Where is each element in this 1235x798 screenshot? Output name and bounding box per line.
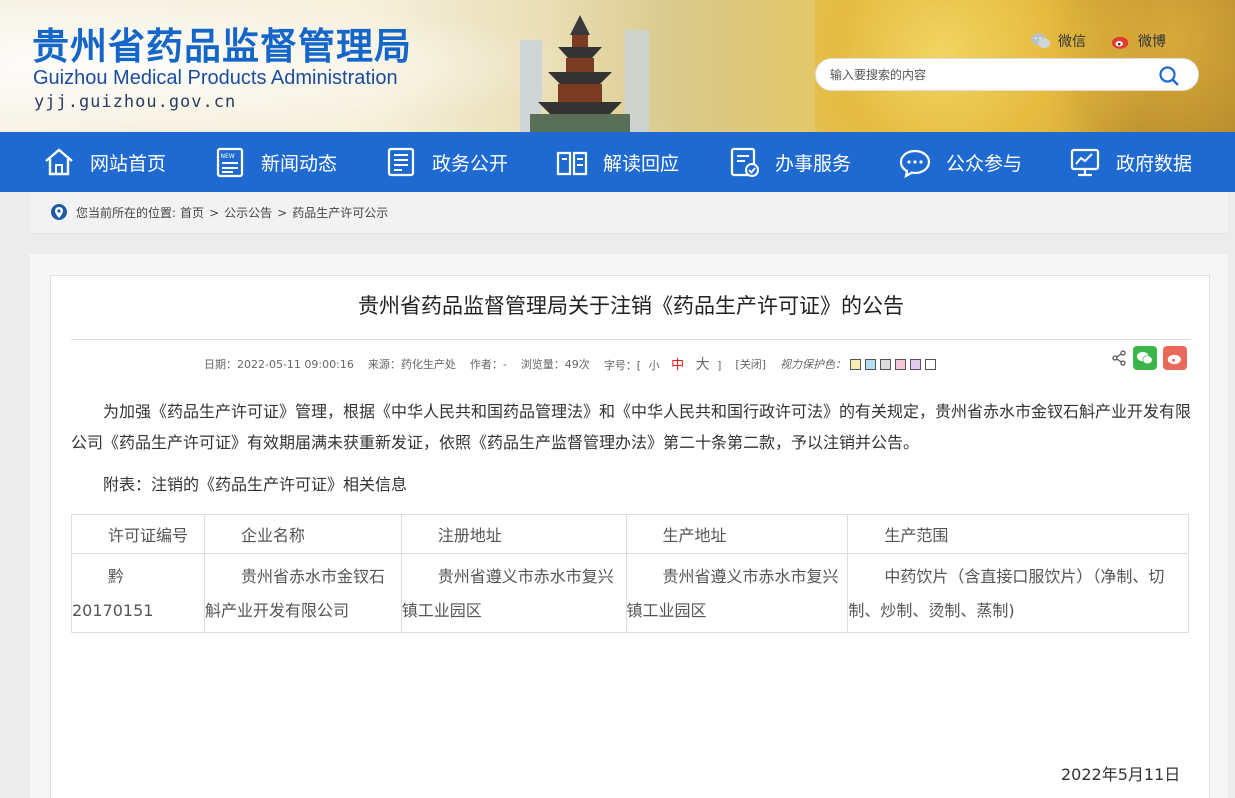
font-large-button[interactable]: 大 — [696, 357, 710, 373]
weibo-icon — [1111, 33, 1131, 49]
svg-text:NEW: NEW — [221, 153, 235, 160]
sign-date: 2022年5月11日 — [1061, 765, 1181, 784]
weibo-label: 微博 — [1138, 34, 1166, 50]
breadcrumb-announcements[interactable]: 公示公告 — [224, 204, 272, 221]
data-icon — [1070, 148, 1100, 177]
meta-date: 日期：2022-05-11 09:00:16 — [204, 358, 354, 371]
site-url: yjj.guizhou.gov.cn — [34, 92, 237, 112]
breadcrumb: 您当前所在的位置: 首页 > 公示公告 > 药品生产许可公示 — [30, 192, 1228, 234]
article-attachment-note: 附表：注销的《药品生产许可证》相关信息 — [103, 475, 408, 494]
article-title: 贵州省药品监督管理局关于注销《药品生产许可证》的公告 — [358, 294, 904, 318]
breadcrumb-separator: > — [277, 205, 288, 220]
breadcrumb-home[interactable]: 首页 — [180, 204, 204, 221]
share-icon[interactable] — [1111, 350, 1127, 366]
article: 贵州省药品监督管理局关于注销《药品生产许可证》的公告 日期：2022-05-11… — [50, 275, 1210, 798]
nav-item-participation[interactable]: 公众参与 — [898, 132, 1022, 192]
news-icon: NEW — [216, 147, 244, 178]
font-size-control: 字号：[ 小 中 大 ] — [603, 357, 722, 373]
nav-label: 网站首页 — [90, 152, 167, 175]
share-weibo-button[interactable] — [1163, 346, 1187, 370]
nav-item-home[interactable]: 网站首页 — [42, 132, 166, 192]
nav-label: 解读回应 — [603, 152, 680, 175]
nav-label: 办事服务 — [775, 152, 852, 175]
chat-icon — [899, 149, 931, 179]
breadcrumb-prefix: 您当前所在的位置: — [76, 206, 177, 220]
header-banner: 贵州省药品监督管理局 Guizhou Medical Products Admi… — [0, 0, 1235, 132]
table-header: 生产地址 — [625, 514, 849, 554]
document-icon — [387, 147, 415, 177]
color-swatch-yellow[interactable] — [850, 358, 862, 370]
close-link[interactable]: [关闭] — [735, 356, 766, 372]
site-title: 贵州省药品监督管理局 — [32, 25, 412, 68]
nav-label: 政府数据 — [1116, 152, 1193, 175]
nav-item-services[interactable]: 办事服务 — [727, 132, 851, 192]
nav-item-gov-data[interactable]: 政府数据 — [1068, 132, 1192, 192]
meta-views: 浏览量：49次 — [520, 358, 590, 371]
search-input[interactable] — [830, 65, 1150, 85]
breadcrumb-separator: > — [209, 205, 220, 220]
table-cell: 贵州省遵义市赤水市复兴镇工业园区 — [625, 553, 849, 633]
color-swatch-white[interactable] — [925, 358, 937, 370]
weibo-link[interactable]: 微博 — [1110, 30, 1166, 52]
license-table: 许可证编号 企业名称 注册地址 生产地址 生产范围 黔 20170151 贵州省… — [71, 514, 1189, 633]
table-header: 注册地址 — [400, 514, 627, 554]
vision-protect-label: 视力保护色： — [780, 358, 847, 371]
table-cell: 中药饮片（含直接口服饮片）（净制、切制、炒制、烫制、蒸制) — [847, 553, 1189, 633]
table-cell: 贵州省遵义市赤水市复兴镇工业园区 — [400, 553, 627, 633]
search-icon[interactable] — [1158, 65, 1180, 87]
book-icon — [556, 151, 588, 176]
table-header-row: 许可证编号 企业名称 注册地址 生产地址 生产范围 — [71, 514, 1189, 554]
site-title-english: Guizhou Medical Products Administration — [33, 67, 398, 89]
table-header: 许可证编号 — [71, 514, 205, 554]
home-icon — [45, 148, 73, 176]
table-header: 企业名称 — [203, 514, 402, 554]
nav-item-interpretation[interactable]: 解读回应 — [555, 132, 679, 192]
pagoda-image — [520, 15, 649, 132]
table-cell: 贵州省赤水市金钗石斛产业开发有限公司 — [203, 553, 402, 633]
wechat-icon — [1137, 351, 1153, 365]
main-nav: 网站首页 NEW 新闻动态 政务公开 解读回应 办事服务 公众参与 政府数据 — [0, 132, 1235, 192]
table-header: 生产范围 — [847, 514, 1189, 554]
article-paragraph: 为加强《药品生产许可证》管理，根据《中华人民共和国药品管理法》和《中华人民共和国… — [71, 402, 1192, 452]
color-swatch-blue[interactable] — [865, 358, 877, 370]
color-swatch-purple[interactable] — [910, 358, 922, 370]
nav-item-gov-affairs[interactable]: 政务公开 — [384, 132, 508, 192]
article-meta: 日期：2022-05-11 09:00:16 来源：药化生产处 作者：- 浏览量… — [204, 354, 940, 374]
share-bar — [1111, 346, 1187, 370]
weibo-icon — [1167, 354, 1181, 365]
nav-label: 新闻动态 — [261, 152, 338, 175]
nav-label: 政务公开 — [432, 152, 509, 175]
font-small-button[interactable]: 小 — [649, 359, 660, 372]
wechat-link[interactable]: 微信 — [1030, 30, 1086, 52]
font-medium-button[interactable]: 中 — [671, 358, 684, 373]
search-box — [815, 58, 1199, 91]
nav-label: 公众参与 — [946, 152, 1023, 175]
breadcrumb-current[interactable]: 药品生产许可公示 — [292, 204, 388, 221]
wechat-icon — [1031, 33, 1051, 49]
table-row: 黔 20170151 贵州省赤水市金钗石斛产业开发有限公司 贵州省遵义市赤水市复… — [71, 553, 1189, 633]
wechat-label: 微信 — [1058, 34, 1086, 50]
nav-item-news[interactable]: NEW 新闻动态 — [213, 132, 337, 192]
service-icon — [730, 147, 759, 177]
share-wechat-button[interactable] — [1133, 346, 1157, 370]
meta-source: 来源：药化生产处 — [367, 358, 456, 371]
meta-author: 作者：- — [469, 358, 507, 371]
color-swatch-gray[interactable] — [880, 358, 892, 370]
color-swatch-pink[interactable] — [895, 358, 907, 370]
table-cell: 黔 20170151 — [71, 553, 205, 633]
location-icon — [51, 203, 67, 220]
title-divider — [71, 339, 1191, 340]
content-area: 贵州省药品监督管理局关于注销《药品生产许可证》的公告 日期：2022-05-11… — [30, 254, 1228, 798]
